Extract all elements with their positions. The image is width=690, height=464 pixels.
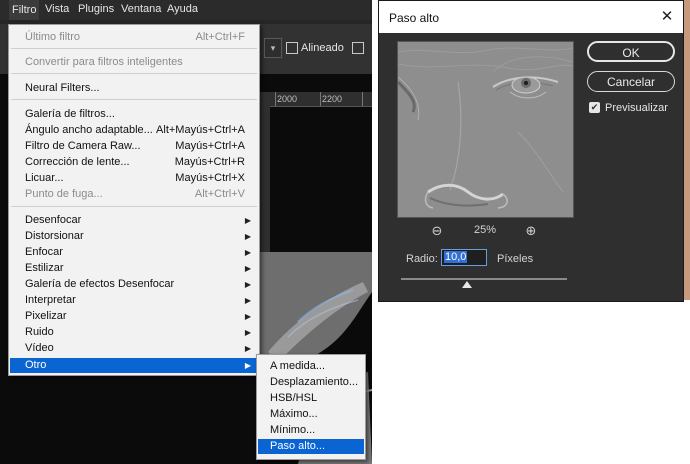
submenu-item-desplazamiento[interactable]: Desplazamiento... — [270, 376, 358, 388]
unit-label: Píxeles — [497, 253, 534, 265]
preview-image — [398, 42, 573, 217]
menu-item-convertir[interactable]: Convertir para filtros inteligentes — [25, 56, 183, 68]
menu-item-desenfocar[interactable]: Desenfocar — [25, 214, 81, 226]
ruler-tick: 2200 — [322, 94, 343, 104]
submenu-item-maximo[interactable]: Máximo... — [270, 408, 318, 420]
ruler-tick: 2000 — [277, 94, 298, 104]
paso-alto-dialog: Paso alto ✕ ⊖ 25% ⊕ Radio: 10,0 Píxeles … — [378, 0, 684, 302]
menu-divider — [11, 206, 257, 207]
photoshop-workspace: Filtro Vista Plugins Ventana Ayuda ▾ Ali… — [0, 0, 372, 464]
shortcut-label: Alt+Ctrl+V — [194, 188, 245, 200]
menu-item-distorsionar[interactable]: Distorsionar — [25, 230, 84, 242]
shortcut-label: Alt+Ctrl+F — [195, 31, 245, 43]
menu-item-video[interactable]: Vídeo — [25, 342, 54, 354]
menu-item-ruido[interactable]: Ruido — [25, 326, 54, 338]
dialog-titlebar: Paso alto ✕ — [379, 1, 683, 33]
menu-divider — [11, 48, 257, 49]
submenu-arrow-icon: ▶ — [244, 296, 251, 305]
submenu-arrow-icon: ▶ — [244, 328, 251, 337]
menu-item-interpretar[interactable]: Interpretar — [25, 294, 76, 306]
shortcut-label: Mayús+Ctrl+A — [175, 140, 245, 152]
aligned-label: Alineado — [301, 42, 344, 54]
submenu-arrow-icon: ▶ — [244, 280, 251, 289]
submenu-arrow-icon: ▶ — [244, 312, 251, 321]
menu-ventana[interactable]: Ventana — [121, 3, 161, 15]
ok-button[interactable]: OK — [587, 41, 675, 62]
menu-item-estilizar[interactable]: Estilizar — [25, 262, 64, 274]
menu-item-neural-filters[interactable]: Neural Filters... — [25, 82, 100, 94]
menu-item-otro[interactable]: Otro — [25, 359, 46, 371]
zoom-level: 25% — [474, 224, 497, 236]
menu-bar: Filtro Vista Plugins Ventana Ayuda — [0, 0, 372, 20]
shortcut-label: Mayús+Ctrl+R — [174, 156, 245, 168]
submenu-arrow-icon: ▶ — [244, 264, 251, 273]
filter-preview[interactable] — [397, 41, 574, 218]
aligned-checkbox[interactable] — [286, 42, 298, 54]
menu-item-punto-fuga[interactable]: Punto de fuga... — [25, 188, 103, 200]
submenu-arrow-icon: ▶ — [244, 344, 251, 353]
menu-item-correccion-lente[interactable]: Corrección de lente... — [25, 156, 130, 168]
cancel-button[interactable]: Cancelar — [587, 71, 675, 92]
menu-item-enfocar[interactable]: Enfocar — [25, 246, 63, 258]
preview-checkbox[interactable]: ✔ — [589, 102, 600, 113]
submenu-item-hsb-hsl[interactable]: HSB/HSL — [270, 392, 317, 404]
radius-input[interactable]: 10,0 — [441, 249, 487, 266]
menu-item-ultimo-filtro[interactable]: Último filtro — [25, 31, 80, 43]
menu-item-galeria-desenfocar[interactable]: Galería de efectos Desenfocar — [25, 278, 174, 290]
menu-plugins[interactable]: Plugins — [78, 3, 114, 15]
menu-ayuda[interactable]: Ayuda — [167, 3, 198, 15]
submenu-item-minimo[interactable]: Mínimo... — [270, 424, 315, 436]
menu-divider — [11, 73, 257, 74]
submenu-arrow-icon: ▶ — [244, 216, 251, 225]
menu-item-licuar[interactable]: Licuar... — [25, 172, 64, 184]
menu-item-camera-raw[interactable]: Filtro de Camera Raw... — [25, 140, 141, 152]
options-dropdown[interactable]: ▾ — [264, 38, 282, 58]
radius-slider[interactable] — [401, 278, 567, 280]
shortcut-label: Mayús+Ctrl+X — [175, 172, 245, 184]
shortcut-label: Alt+Mayús+Ctrl+A — [156, 124, 245, 136]
menu-vista[interactable]: Vista — [45, 3, 69, 15]
dialog-title: Paso alto — [389, 11, 440, 25]
radius-label: Radio: — [406, 253, 438, 265]
submenu-item-paso-alto[interactable]: Paso alto... — [270, 440, 325, 452]
radius-value: 10,0 — [444, 251, 468, 263]
menu-item-otro-highlight[interactable] — [10, 358, 258, 373]
submenu-arrow-icon: ▶ — [244, 248, 251, 257]
menu-divider — [11, 99, 257, 100]
sample-checkbox[interactable] — [352, 42, 364, 54]
zoom-in-icon[interactable]: ⊕ — [523, 223, 539, 239]
submenu-item-a-medida[interactable]: A medida... — [270, 360, 325, 372]
menu-item-galeria-filtros[interactable]: Galería de filtros... — [25, 108, 115, 120]
close-icon[interactable]: ✕ — [657, 7, 677, 27]
radius-slider-thumb[interactable] — [462, 281, 472, 288]
zoom-out-icon[interactable]: ⊖ — [429, 223, 445, 239]
horizontal-ruler: 2000 2200 — [258, 92, 372, 107]
submenu-arrow-icon: ▶ — [244, 361, 251, 370]
submenu-arrow-icon: ▶ — [244, 232, 251, 241]
otro-submenu: A medida... Desplazamiento... HSB/HSL Má… — [256, 354, 366, 460]
preview-label: Previsualizar — [605, 102, 668, 114]
filter-menu: Último filtro Alt+Ctrl+F Convertir para … — [8, 24, 260, 376]
menu-item-angulo-ancho[interactable]: Ángulo ancho adaptable... — [25, 124, 153, 136]
menu-item-pixelizar[interactable]: Pixelizar — [25, 310, 67, 322]
menu-filtro[interactable]: Filtro — [9, 0, 40, 20]
